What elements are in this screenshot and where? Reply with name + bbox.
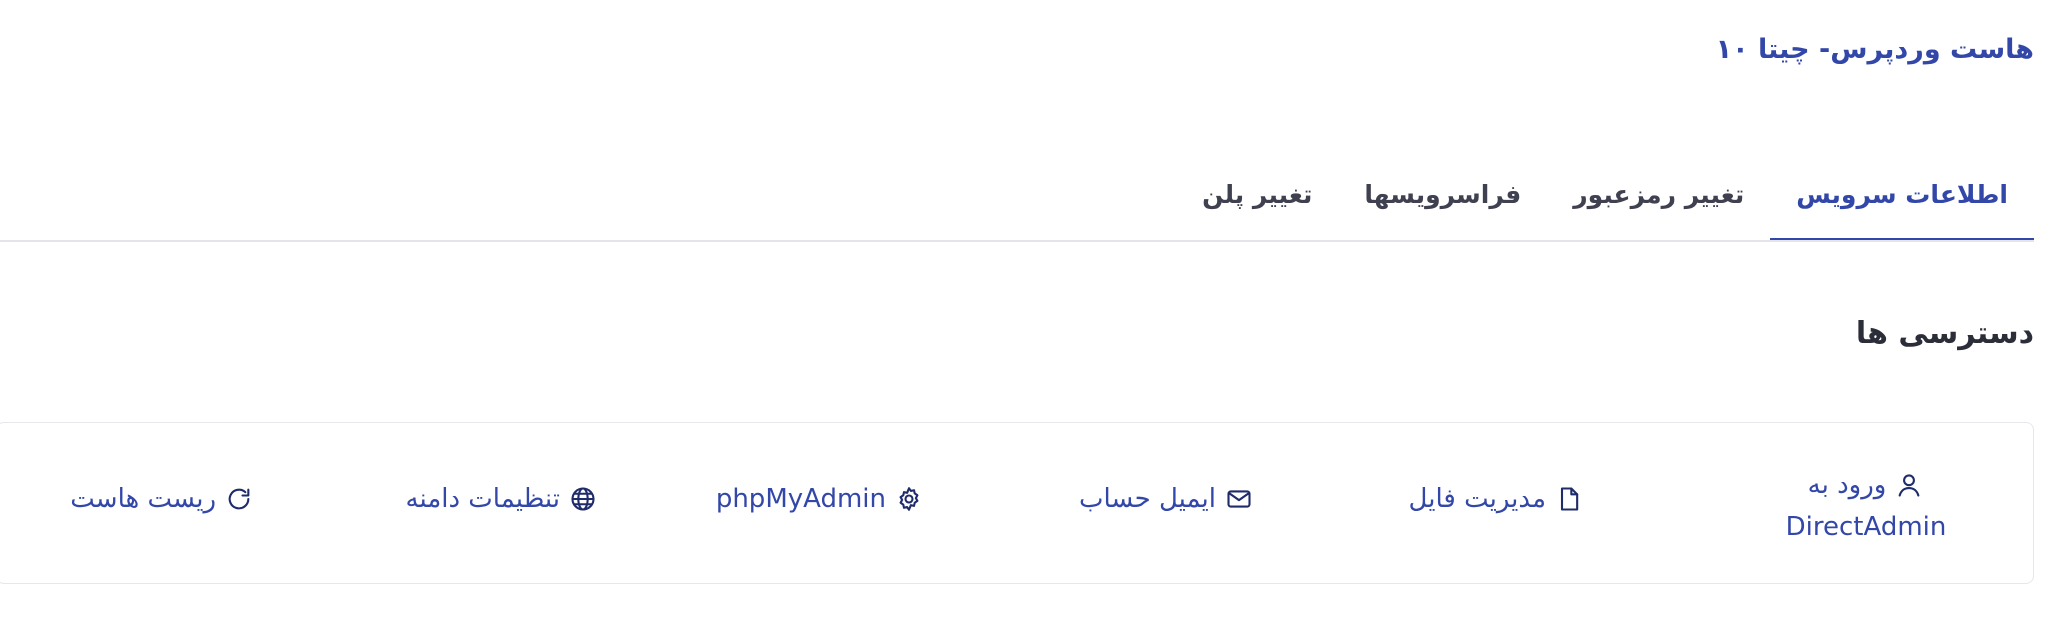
access-card [0, 422, 2034, 584]
file-manager-label: مدیریت فایل [1408, 484, 1546, 514]
globe-icon [568, 484, 598, 514]
phpmyadmin-button[interactable]: phpMyAdmin [716, 484, 924, 514]
tab-divider [0, 240, 2034, 242]
domain-settings-button[interactable]: تنظیمات دامنه [406, 484, 598, 514]
tab-change-password[interactable]: تغییر رمزعبور [1547, 172, 1770, 242]
directadmin-label-line2: DirectAdmin [1785, 512, 1947, 542]
refresh-icon [224, 484, 254, 514]
domain-settings-label: تنظیمات دامنه [405, 484, 560, 514]
tab-change-plan[interactable]: تغییر پلن [1176, 172, 1338, 242]
account-email-label: ایمیل حساب [1079, 484, 1216, 514]
tab-bar: اطلاعات سرویس تغییر رمزعبور فراسرویسها ت… [1176, 172, 2034, 242]
service-page: هاست وردپرس- چیتا ۱۰ اطلاعات سرویس تغییر… [0, 0, 2064, 628]
directadmin-login-button[interactable]: ورود به DirectAdmin [1776, 464, 1956, 548]
reset-host-label: ریست هاست [70, 484, 216, 514]
mail-icon [1224, 484, 1254, 514]
file-icon [1554, 484, 1584, 514]
reset-host-button[interactable]: ریست هاست [70, 484, 254, 514]
user-icon [1894, 470, 1924, 500]
gear-icon [894, 484, 924, 514]
page-title: هاست وردپرس- چیتا ۱۰ [1715, 34, 2034, 65]
file-manager-button[interactable]: مدیریت فایل [1409, 484, 1584, 514]
directadmin-label-line1: ورود به [1807, 470, 1887, 500]
section-heading-access: دسترسی ها [1855, 316, 2034, 351]
phpmyadmin-label: phpMyAdmin [715, 484, 886, 514]
tab-extra-services[interactable]: فراسرویسها [1338, 172, 1547, 242]
account-email-button[interactable]: ایمیل حساب [1079, 484, 1254, 514]
tab-service-info[interactable]: اطلاعات سرویس [1770, 172, 2034, 242]
